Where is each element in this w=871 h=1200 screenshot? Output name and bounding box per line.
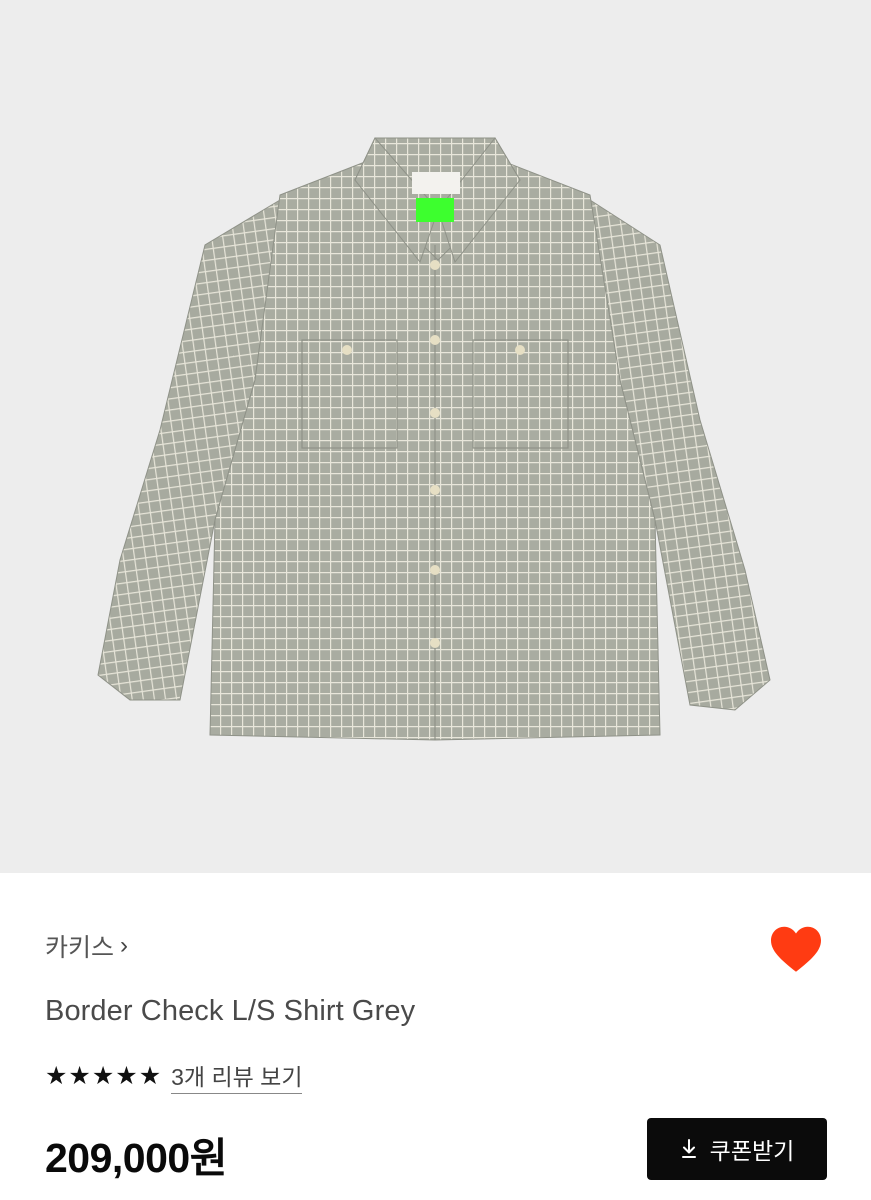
rating-row: ★ ★ ★ ★ ★ 3개 리뷰 보기 [45, 1058, 303, 1094]
star-icon: ★ [68, 1061, 91, 1090]
brand-link[interactable]: 카키스 › [45, 928, 128, 964]
star-rating: ★ ★ ★ ★ ★ [45, 1061, 162, 1090]
download-icon [681, 1139, 696, 1158]
product-price: 209,000원 [45, 1135, 227, 1181]
favorite-button[interactable] [766, 920, 826, 978]
review-link[interactable]: 3개 리뷰 보기 [171, 1058, 303, 1094]
brand-name: 카키스 [45, 934, 115, 962]
chevron-right-icon: › [120, 932, 129, 959]
star-icon: ★ [115, 1061, 138, 1090]
star-icon: ★ [91, 1061, 115, 1090]
coupon-button-label: 쿠폰받기 [709, 1138, 795, 1164]
shirt-illustration [97, 137, 771, 741]
product-title: Border Check L/S Shirt Grey [45, 995, 416, 1027]
product-image[interactable] [0, 0, 871, 873]
heart-icon [771, 926, 821, 972]
coupon-download-button[interactable]: 쿠폰받기 [647, 1118, 827, 1180]
star-icon: ★ [138, 1061, 162, 1090]
star-icon: ★ [45, 1061, 68, 1090]
product-detail-page: 카키스 › Border Check L/S Shirt Grey ★ ★ ★ … [0, 0, 871, 1200]
